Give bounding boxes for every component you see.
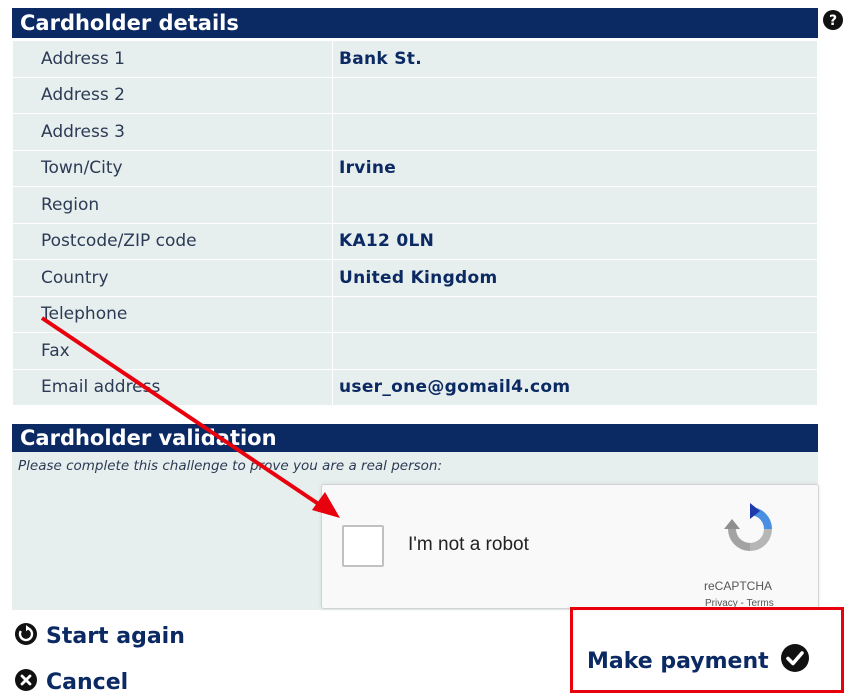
details-row-value bbox=[332, 113, 818, 151]
details-row-value bbox=[332, 186, 818, 224]
cardholder-details-header: Cardholder details bbox=[12, 8, 818, 38]
cardholder-details-table: Address 1 Bank St. Address 2 Address 3 Town/… bbox=[12, 40, 818, 406]
details-row-label: Postcode/ZIP code bbox=[12, 222, 333, 260]
details-row-label: Town/City bbox=[12, 149, 333, 187]
recaptcha-widget: I'm not a robot reCAPTCHA Privacy - Term… bbox=[321, 484, 819, 609]
cancel-label: Cancel bbox=[46, 670, 129, 695]
details-row: Address 1 Bank St. bbox=[12, 40, 818, 78]
details-row-value: United Kingdom bbox=[332, 259, 818, 297]
details-row: Address 2 bbox=[12, 76, 818, 114]
details-row: Town/City Irvine bbox=[12, 149, 818, 187]
details-row-value: Bank St. bbox=[332, 40, 818, 78]
close-icon bbox=[15, 669, 37, 691]
details-row: Postcode/ZIP code KA12 0LN bbox=[12, 222, 818, 260]
validation-panel: Please complete this challenge to prove … bbox=[12, 452, 819, 610]
make-payment-button[interactable]: Make payment bbox=[587, 643, 810, 674]
make-payment-label: Make payment bbox=[587, 649, 769, 674]
cancel-link[interactable]: Cancel bbox=[14, 668, 128, 695]
details-row-label: Telephone bbox=[12, 295, 333, 333]
details-row-label: Address 2 bbox=[12, 76, 333, 114]
svg-text:?: ? bbox=[829, 13, 837, 29]
details-row-value bbox=[332, 295, 818, 333]
details-row: Country United Kingdom bbox=[12, 259, 818, 297]
details-row-value: Irvine bbox=[332, 149, 818, 187]
details-row: Region bbox=[12, 186, 818, 224]
validation-hint: Please complete this challenge to prove … bbox=[18, 458, 443, 474]
details-row-value: KA12 0LN bbox=[332, 222, 818, 260]
details-row-label: Address 3 bbox=[12, 113, 333, 151]
recaptcha-checkbox[interactable] bbox=[342, 525, 384, 567]
details-row-value bbox=[332, 76, 818, 114]
details-row-label: Country bbox=[12, 259, 333, 297]
start-again-link[interactable]: Start again bbox=[14, 622, 185, 649]
details-row-value: user_one@gomail4.com bbox=[332, 368, 818, 406]
details-row: Email address user_one@gomail4.com bbox=[12, 368, 818, 406]
details-row-label: Address 1 bbox=[12, 40, 333, 78]
recaptcha-logo-icon bbox=[724, 503, 772, 551]
recaptcha-label: I'm not a robot bbox=[408, 534, 529, 555]
details-row: Fax bbox=[12, 332, 818, 370]
details-row: Telephone bbox=[12, 295, 818, 333]
make-payment-highlight: Make payment bbox=[570, 607, 844, 693]
details-row-label: Region bbox=[12, 186, 333, 224]
details-row-value bbox=[332, 332, 818, 370]
details-row-label: Fax bbox=[12, 332, 333, 370]
start-again-label: Start again bbox=[46, 624, 185, 649]
recaptcha-brand: reCAPTCHA bbox=[704, 579, 773, 593]
help-icon[interactable]: ? bbox=[822, 9, 844, 31]
details-row: Address 3 bbox=[12, 113, 818, 151]
checkmark-icon bbox=[781, 644, 810, 672]
details-row-label: Email address bbox=[12, 368, 333, 406]
cardholder-validation-header: Cardholder validation bbox=[12, 424, 818, 452]
restart-icon bbox=[15, 623, 37, 645]
